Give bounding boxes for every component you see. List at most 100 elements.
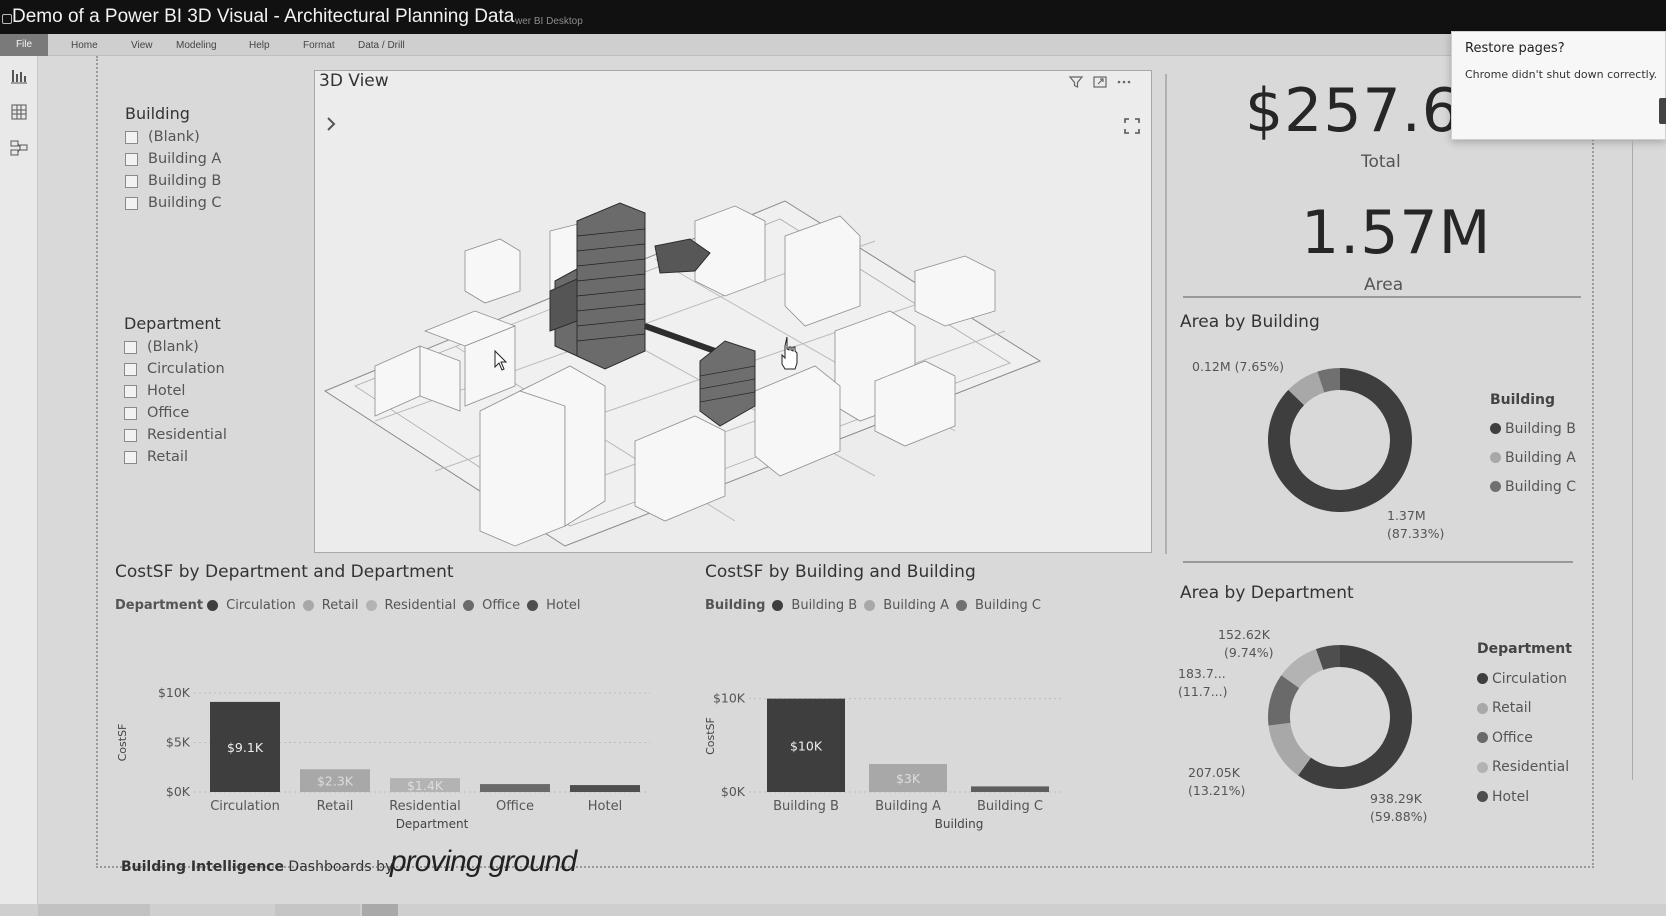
chart-title: Area by Department xyxy=(1180,583,1354,603)
report-view-icon[interactable] xyxy=(9,66,29,86)
x-tick-label: Building A xyxy=(875,799,941,814)
slicer-item-blank[interactable]: (Blank) xyxy=(124,337,227,357)
checkbox[interactable] xyxy=(125,152,138,166)
legend-item-building-a[interactable]: Building A xyxy=(1490,443,1576,472)
slicer-item-building-a[interactable]: Building A xyxy=(125,149,222,169)
filter-icon[interactable] xyxy=(1068,74,1084,90)
slicer-item-label: Building B xyxy=(148,173,222,189)
legend-item[interactable]: Hotel xyxy=(546,598,580,613)
area-by-building-title: Area by Building xyxy=(1180,312,1320,332)
department-slicer: Department (Blank) Circulation Hotel Off… xyxy=(124,314,227,467)
checkbox[interactable] xyxy=(124,340,137,354)
costsf-by-building-chart[interactable]: CostSF by Building and Building Building… xyxy=(700,560,1120,840)
y-tick-label: $10K xyxy=(713,691,746,706)
checkbox[interactable] xyxy=(125,174,138,188)
area-by-department-donut[interactable] xyxy=(1250,627,1430,807)
restore-button[interactable] xyxy=(1659,98,1666,124)
x-tick-label: Retail xyxy=(317,799,354,814)
tab-help[interactable]: Help xyxy=(249,40,270,51)
y-tick-label: $0K xyxy=(721,784,746,799)
checkbox[interactable] xyxy=(125,130,138,144)
checkbox[interactable] xyxy=(124,406,137,420)
checkbox[interactable] xyxy=(124,384,137,398)
slicer-item-blank[interactable]: (Blank) xyxy=(125,127,222,147)
fullscreen-icon[interactable] xyxy=(1123,117,1141,135)
tab-modeling[interactable]: Modeling xyxy=(176,40,217,51)
legend-item-office[interactable]: Office xyxy=(1477,723,1569,753)
checkbox[interactable] xyxy=(124,428,137,442)
slicer-item-circulation[interactable]: Circulation xyxy=(124,359,227,379)
data-view-icon[interactable] xyxy=(9,102,29,122)
chart-title: CostSF by Building and Building xyxy=(705,562,976,582)
footer-brand: Building Intelligence Dashboards by xyxy=(121,859,393,875)
page-tab[interactable] xyxy=(38,904,150,916)
legend-item-retail[interactable]: Retail xyxy=(1477,694,1569,724)
bar-building-c[interactable] xyxy=(971,786,1049,792)
y-tick-label: $0K xyxy=(166,784,191,799)
legend-item[interactable]: Office xyxy=(482,598,520,613)
checkbox[interactable] xyxy=(124,362,137,376)
chevron-right-icon[interactable] xyxy=(324,115,338,133)
model-view-icon[interactable] xyxy=(9,138,29,158)
tab-home[interactable]: Home xyxy=(71,40,98,51)
bar-plot[interactable]: $10K $0K CostSF Building B $10K Building A $3K… xyxy=(700,620,1120,840)
y-axis-label: CostSF xyxy=(116,724,129,762)
y-axis-label: CostSF xyxy=(704,717,717,755)
3d-model-viewport[interactable] xyxy=(315,141,1150,551)
slicer-item-label: Circulation xyxy=(147,361,225,377)
more-options-icon[interactable] xyxy=(1116,74,1132,90)
slicer-item-building-c[interactable]: Building C xyxy=(125,193,222,213)
slicer-item-hotel[interactable]: Hotel xyxy=(124,381,227,401)
slicer-item-office[interactable]: Office xyxy=(124,403,227,423)
checkbox[interactable] xyxy=(125,196,138,210)
legend-title: Building xyxy=(1490,392,1556,408)
data-label: $9.1K xyxy=(227,740,264,755)
legend-item[interactable]: Building C xyxy=(975,598,1041,613)
tab-format[interactable]: Format xyxy=(303,40,335,51)
bar-hotel[interactable] xyxy=(570,785,640,792)
slicer-item-label: Building A xyxy=(148,151,222,167)
bar-plot[interactable]: $10K $5K $0K CostSF Circulation $9.1K Retail $2… xyxy=(110,620,690,840)
area-by-building-donut[interactable] xyxy=(1250,350,1430,530)
data-label: $10K xyxy=(790,738,823,753)
legend-item-building-c[interactable]: Building C xyxy=(1490,472,1576,501)
proving-ground-logo: proving ground xyxy=(390,845,577,878)
page-tab[interactable] xyxy=(362,904,398,916)
legend-item[interactable]: Building A xyxy=(883,598,949,613)
tab-view[interactable]: View xyxy=(131,40,153,51)
slicer-item-retail[interactable]: Retail xyxy=(124,447,227,467)
area-by-building-chart[interactable]: Area by Building 0.12M (7.65%) 1.37M (87… xyxy=(1170,300,1590,550)
data-label: $1.4K xyxy=(407,778,444,793)
slicer-item-label: Building C xyxy=(148,195,222,211)
area-kpi-label: Area xyxy=(1364,275,1404,295)
area-by-department-chart[interactable]: Area by Department 152.62K (9.74%) 183.7… xyxy=(1170,575,1590,835)
tab-data-drill[interactable]: Data / Drill xyxy=(358,40,405,51)
legend-item[interactable]: Retail xyxy=(322,598,359,613)
legend-item-hotel[interactable]: Hotel xyxy=(1477,782,1569,812)
y-tick-label: $10K xyxy=(158,685,191,700)
page-tab[interactable] xyxy=(275,904,360,916)
restore-pages-popup[interactable]: Restore pages? Chrome didn't shut down c… xyxy=(1451,31,1666,140)
app-icon xyxy=(2,14,12,24)
donut-label: 152.62K xyxy=(1218,627,1270,642)
slicer-item-label: Hotel xyxy=(147,383,186,399)
legend-item[interactable]: Residential xyxy=(385,598,457,613)
donut-label: 938.29K xyxy=(1370,791,1422,806)
focus-mode-icon[interactable] xyxy=(1092,74,1108,90)
legend-item-building-b[interactable]: Building B xyxy=(1490,414,1576,443)
tab-file[interactable]: File xyxy=(0,34,48,56)
popup-body: Chrome didn't shut down correctly. xyxy=(1465,68,1658,81)
3d-view-visual[interactable]: 3D View xyxy=(314,70,1152,553)
slicer-item-residential[interactable]: Residential xyxy=(124,425,227,445)
page-tabs-bar xyxy=(0,904,1666,916)
bar-office[interactable] xyxy=(480,784,550,792)
checkbox[interactable] xyxy=(124,450,137,464)
legend-item[interactable]: Circulation xyxy=(226,598,296,613)
costsf-by-department-chart[interactable]: CostSF by Department and Department Depa… xyxy=(110,560,690,840)
legend-item-circulation[interactable]: Circulation xyxy=(1477,664,1569,694)
slicer-item-building-b[interactable]: Building B xyxy=(125,171,222,191)
legend-item-residential[interactable]: Residential xyxy=(1477,753,1569,783)
donut-label: 183.7... xyxy=(1178,666,1226,681)
legend-item[interactable]: Building B xyxy=(791,598,857,613)
x-tick-label: Office xyxy=(496,799,534,814)
